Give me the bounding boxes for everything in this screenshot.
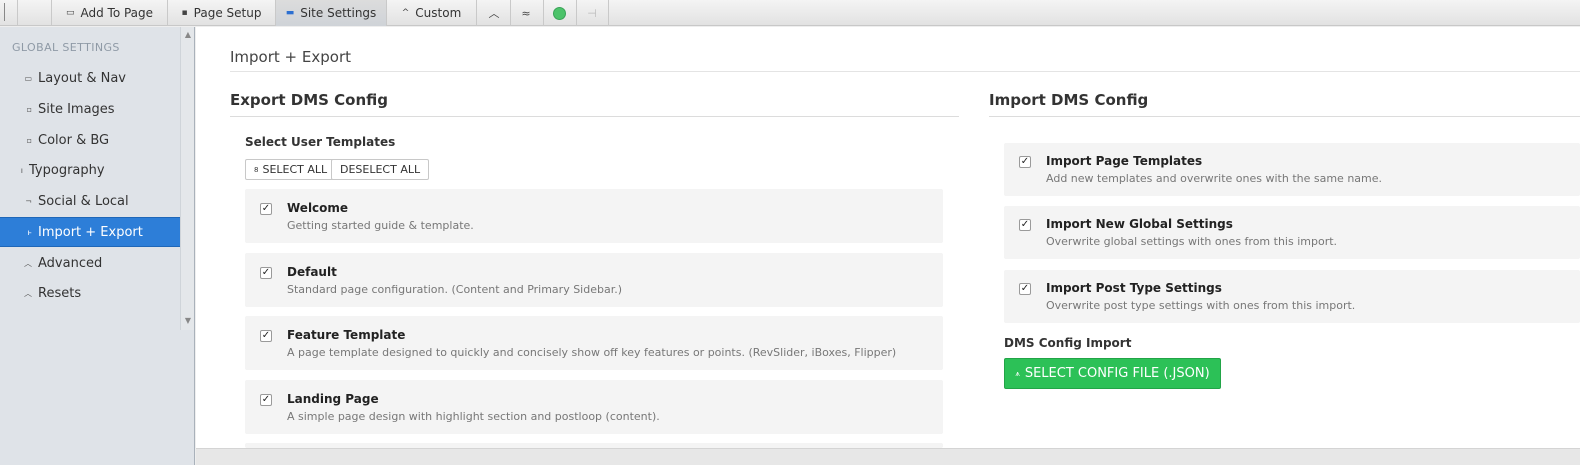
import-checkbox[interactable]: ✓ — [1019, 219, 1031, 231]
template-description: A simple page design with highlight sect… — [287, 410, 660, 423]
sidebar-item-label: Import + Export — [38, 224, 143, 240]
import-option[interactable]: ✓ Import Page Templates Add new template… — [1004, 143, 1580, 196]
custom-button[interactable]: ^ Custom — [387, 0, 476, 26]
sidebar-item-import-export[interactable]: ⱶ Import + Export — [0, 217, 180, 247]
select-templates-label: Select User Templates — [245, 135, 396, 149]
settings-sidebar: GLOBAL SETTINGS ▭ Layout & Nav ▫ Site Im… — [0, 27, 195, 465]
pin-icon[interactable]: ⊣ — [577, 0, 607, 26]
scroll-up-icon[interactable]: ▲ — [181, 30, 195, 42]
add-to-page-label: Add To Page — [80, 6, 154, 20]
deselect-all-button[interactable]: DESELECT ALL — [331, 159, 430, 180]
toolbar-divider — [476, 0, 477, 26]
toolbar-divider — [608, 0, 609, 26]
import-option-title: Import New Global Settings — [1046, 217, 1233, 231]
status-dot-icon[interactable] — [544, 0, 574, 26]
config-import-label: DMS Config Import — [1004, 336, 1132, 350]
color-icon: ▫ — [26, 135, 32, 145]
export-section-divider — [230, 116, 959, 117]
sidebar-item-label: Typography — [29, 162, 105, 178]
sidebar-item-typography[interactable]: ı Typography — [0, 155, 180, 185]
import-option-description: Add new templates and overwrite ones wit… — [1046, 172, 1383, 185]
sidebar-item-label: Social & Local — [38, 193, 129, 209]
import-section-divider — [989, 116, 1580, 117]
sidebar-item-label: Color & BG — [38, 132, 110, 148]
chevron-up-icon[interactable]: ︿ — [479, 0, 509, 26]
double-chevron-icon[interactable]: ≈ — [511, 0, 541, 26]
template-checkbox[interactable]: ✓ — [260, 203, 272, 215]
page-setup-button[interactable]: ▪ Page Setup — [168, 0, 275, 26]
sidebar-item-color-bg[interactable]: ▫ Color & BG — [0, 125, 180, 155]
template-title: Feature Template — [287, 328, 406, 342]
sidebar-nav: GLOBAL SETTINGS ▭ Layout & Nav ▫ Site Im… — [0, 27, 180, 330]
select-config-file-label: SELECT CONFIG FILE (.JSON) — [1024, 366, 1210, 381]
caret-up-icon: ^ — [401, 7, 410, 18]
page-icon: ▭ — [65, 7, 75, 18]
select-all-icon: 8 — [254, 165, 259, 174]
import-option[interactable]: ✓ Import New Global Settings Overwrite g… — [1004, 206, 1580, 259]
custom-label: Custom — [415, 6, 462, 20]
sidebar-item-label: Site Images — [38, 101, 115, 117]
title-divider — [230, 71, 1580, 72]
select-config-file-button[interactable]: ⩚ SELECT CONFIG FILE (.JSON) — [1004, 358, 1221, 389]
deselect-all-label: DESELECT ALL — [340, 163, 421, 176]
template-title: Welcome — [287, 201, 349, 215]
template-title: Landing Page — [287, 392, 379, 406]
import-option-description: Overwrite post type settings with ones f… — [1046, 299, 1356, 312]
page-setup-icon: ▪ — [181, 7, 188, 18]
advanced-icon: ︿ — [24, 258, 32, 268]
sidebar-item-advanced[interactable]: ︿ Advanced — [0, 248, 180, 278]
import-option-description: Overwrite global settings with ones from… — [1046, 235, 1338, 248]
template-option[interactable]: ✓ Landing Page A simple page design with… — [245, 380, 943, 434]
settings-panel: Import + Export Export DMS Config Select… — [196, 27, 1580, 448]
upload-icon: ⩚ — [1015, 368, 1020, 378]
sidebar-item-label: Resets — [38, 285, 82, 301]
sidebar-item-social-local[interactable]: ¬ Social & Local — [0, 186, 180, 216]
import-checkbox[interactable]: ✓ — [1019, 156, 1031, 168]
resets-icon: ︿ — [24, 288, 32, 298]
import-option-title: Import Post Type Settings — [1046, 281, 1222, 295]
import-checkbox[interactable]: ✓ — [1019, 283, 1031, 295]
site-settings-button[interactable]: ▬ Site Settings — [276, 0, 386, 26]
page-title: Import + Export — [230, 48, 351, 66]
site-settings-label: Site Settings — [300, 6, 377, 20]
layout-icon: ▭ — [24, 73, 32, 83]
sidebar-heading: GLOBAL SETTINGS — [12, 41, 120, 54]
template-description: Standard page configuration. (Content an… — [287, 283, 623, 296]
page-setup-label: Page Setup — [193, 6, 262, 20]
template-option[interactable]: ✓ Welcome Getting started guide & templa… — [245, 189, 943, 243]
export-section-title: Export DMS Config — [230, 91, 389, 109]
bottom-bar — [196, 448, 1580, 465]
template-option[interactable]: ✓ Feature Template A page template desig… — [245, 316, 943, 370]
import-option-title: Import Page Templates — [1046, 154, 1203, 168]
sidebar-item-label: Layout & Nav — [38, 70, 126, 86]
sidebar-scrollbar[interactable]: ▲ ▼ — [180, 27, 194, 330]
add-to-page-button[interactable]: ▭ Add To Page — [52, 0, 167, 26]
template-checkbox[interactable]: ✓ — [260, 267, 272, 279]
import-section-title: Import DMS Config — [989, 91, 1149, 109]
import-export-icon: ⱶ — [27, 227, 32, 237]
sidebar-item-site-images[interactable]: ▫ Site Images — [0, 94, 180, 124]
template-title: Default — [287, 265, 337, 279]
drawer-handle-icon[interactable] — [4, 3, 6, 21]
images-icon: ▫ — [26, 104, 32, 114]
template-option[interactable]: ✓ Default Standard page configuration. (… — [245, 253, 943, 307]
typography-icon: ı — [20, 165, 23, 175]
site-settings-icon: ▬ — [285, 7, 295, 18]
top-toolbar: ▭ Add To Page ▪ Page Setup ▬ Site Settin… — [0, 0, 1580, 26]
scroll-down-icon[interactable]: ▼ — [181, 316, 195, 328]
template-description: A page template designed to quickly and … — [287, 346, 897, 359]
template-checkbox[interactable]: ✓ — [260, 394, 272, 406]
toolbar-divider — [17, 0, 18, 26]
sidebar-item-resets[interactable]: ︿ Resets — [0, 278, 180, 308]
sidebar-item-layout-nav[interactable]: ▭ Layout & Nav — [0, 63, 180, 93]
import-option[interactable]: ✓ Import Post Type Settings Overwrite po… — [1004, 270, 1580, 323]
select-all-label: SELECT ALL — [262, 163, 328, 176]
social-icon: ¬ — [25, 196, 32, 206]
template-description: Getting started guide & template. — [287, 219, 474, 232]
sidebar-item-label: Advanced — [38, 255, 103, 271]
template-checkbox[interactable]: ✓ — [260, 330, 272, 342]
select-all-button[interactable]: 8 SELECT ALL — [245, 159, 337, 180]
